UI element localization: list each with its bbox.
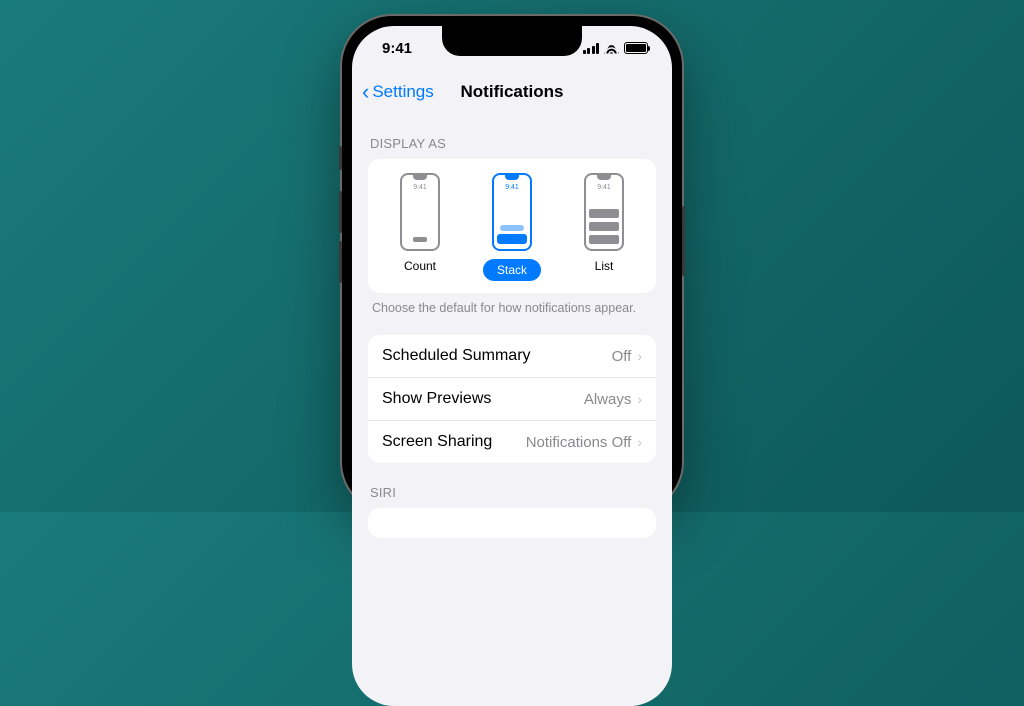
row-value: Off	[612, 348, 632, 365]
cellular-icon	[583, 43, 600, 54]
screen: 9:41 ‹ Settings Notifications DISPLAY AS…	[352, 26, 672, 706]
chevron-right-icon: ›	[637, 434, 642, 450]
page-title: Notifications	[461, 82, 564, 102]
count-preview-icon: 9:41	[400, 173, 440, 251]
row-value: Always	[584, 391, 632, 408]
chevron-right-icon: ›	[637, 391, 642, 407]
wifi-icon	[604, 43, 619, 54]
status-time: 9:41	[382, 40, 442, 57]
silence-switch	[339, 146, 342, 170]
settings-list: Scheduled Summary Off › Show Previews Al…	[368, 335, 656, 463]
option-count[interactable]: 9:41 Count	[375, 173, 465, 281]
display-as-card: 9:41 Count 9:41 Stack	[368, 159, 656, 293]
row-screen-sharing[interactable]: Screen Sharing Notifications Off ›	[368, 421, 656, 463]
siri-header: SIRI	[370, 485, 654, 500]
option-stack[interactable]: 9:41 Stack	[467, 173, 557, 281]
option-stack-label: Stack	[483, 259, 541, 281]
option-list[interactable]: 9:41 List	[559, 173, 649, 281]
display-as-header: DISPLAY AS	[370, 136, 654, 151]
list-preview-icon: 9:41	[584, 173, 624, 251]
status-indicators	[583, 42, 649, 54]
volume-down-button	[339, 241, 342, 283]
row-label: Screen Sharing	[382, 433, 492, 451]
option-list-label: List	[595, 259, 614, 273]
nav-bar: ‹ Settings Notifications	[352, 70, 672, 114]
display-as-footer: Choose the default for how notifications…	[372, 301, 652, 315]
siri-card	[368, 508, 656, 538]
row-label: Show Previews	[382, 390, 491, 408]
row-label: Scheduled Summary	[382, 347, 531, 365]
row-value: Notifications Off	[526, 434, 632, 451]
phone-frame: 9:41 ‹ Settings Notifications DISPLAY AS…	[342, 16, 682, 512]
chevron-left-icon: ‹	[362, 79, 369, 105]
stack-preview-icon: 9:41	[492, 173, 532, 251]
chevron-right-icon: ›	[637, 348, 642, 364]
back-label: Settings	[372, 82, 433, 102]
back-button[interactable]: ‹ Settings	[362, 79, 434, 105]
volume-up-button	[339, 191, 342, 233]
notch	[442, 26, 582, 56]
row-show-previews[interactable]: Show Previews Always ›	[368, 378, 656, 421]
option-count-label: Count	[404, 259, 436, 273]
row-scheduled-summary[interactable]: Scheduled Summary Off ›	[368, 335, 656, 378]
battery-icon	[624, 42, 648, 54]
power-button	[682, 206, 685, 276]
